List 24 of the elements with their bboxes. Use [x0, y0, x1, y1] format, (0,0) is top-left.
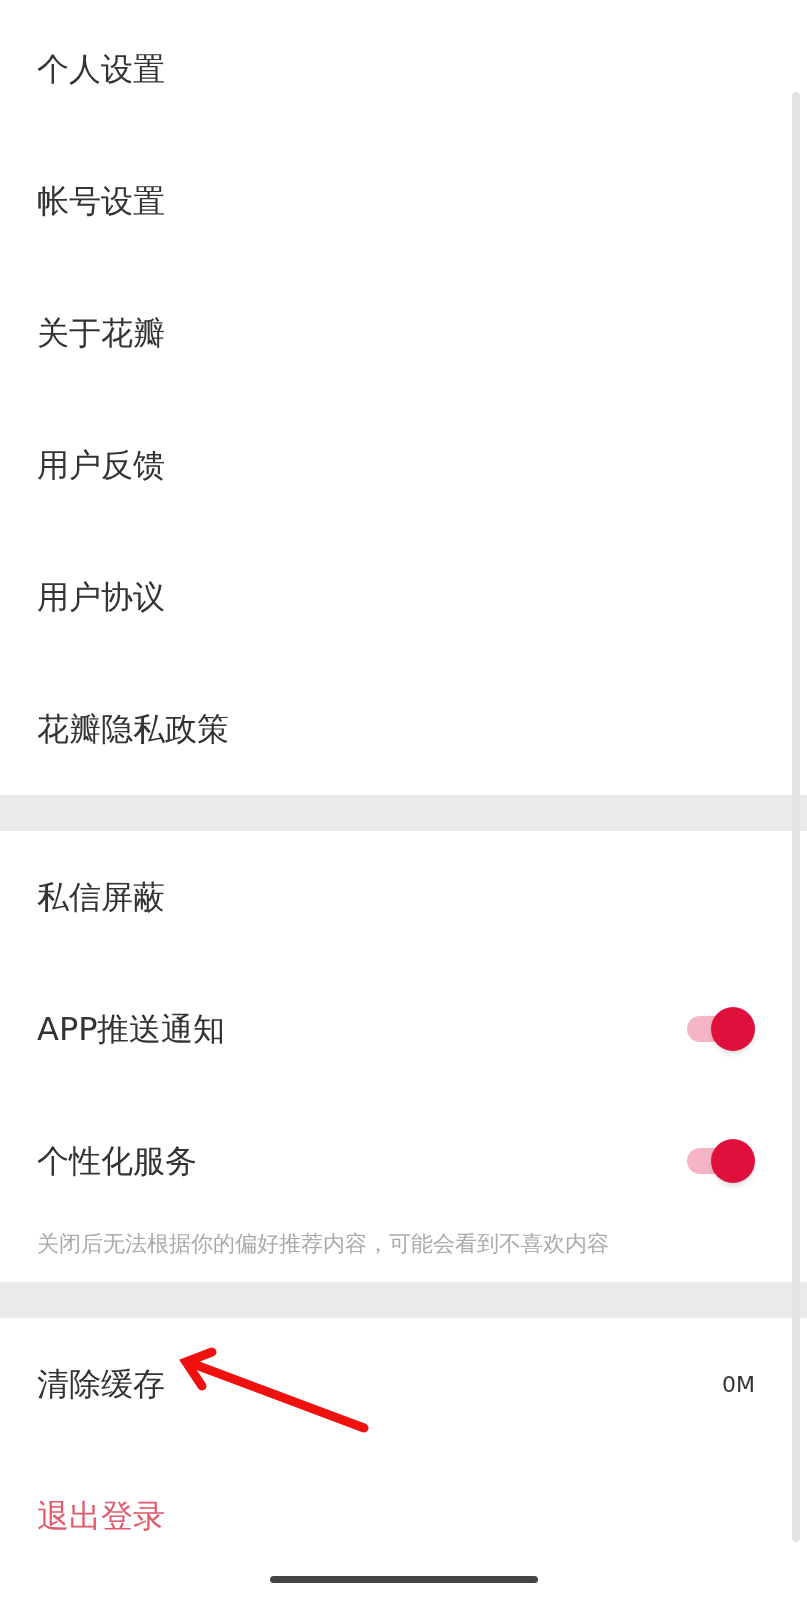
settings-label: 退出登录: [37, 1496, 165, 1537]
settings-label: 用户反馈: [37, 445, 165, 486]
settings-item[interactable]: 退出登录: [0, 1450, 807, 1582]
settings-item[interactable]: 个性化服务: [0, 1095, 807, 1227]
cache-size: 0M: [722, 1370, 755, 1399]
settings-label: 私信屏蔽: [37, 877, 165, 918]
settings-item[interactable]: APP推送通知: [0, 963, 807, 1095]
settings-item[interactable]: 用户协议: [0, 531, 807, 663]
settings-item[interactable]: 个人设置: [0, 3, 807, 135]
settings-label: 用户协议: [37, 577, 165, 618]
hint-text: 关闭后无法根据你的偏好推荐内容，可能会看到不喜欢内容: [36, 1230, 610, 1258]
settings-label: APP推送通知: [37, 1009, 226, 1050]
settings-item[interactable]: 帐号设置: [0, 135, 807, 267]
settings-item[interactable]: 私信屏蔽: [0, 831, 807, 963]
settings-item[interactable]: 花瓣隐私政策: [0, 663, 807, 795]
settings-label: 清除缓存: [37, 1364, 165, 1405]
settings-item[interactable]: 清除缓存 0M: [0, 1318, 807, 1450]
settings-item[interactable]: 用户反馈: [0, 399, 807, 531]
settings-item[interactable]: 关于花瓣: [0, 267, 807, 399]
settings-label: 花瓣隐私政策: [37, 709, 229, 750]
settings-label: 帐号设置: [37, 181, 165, 222]
settings-label: 个人设置: [37, 49, 165, 90]
settings-label: 个性化服务: [37, 1141, 197, 1182]
settings-label: 关于花瓣: [37, 313, 165, 354]
